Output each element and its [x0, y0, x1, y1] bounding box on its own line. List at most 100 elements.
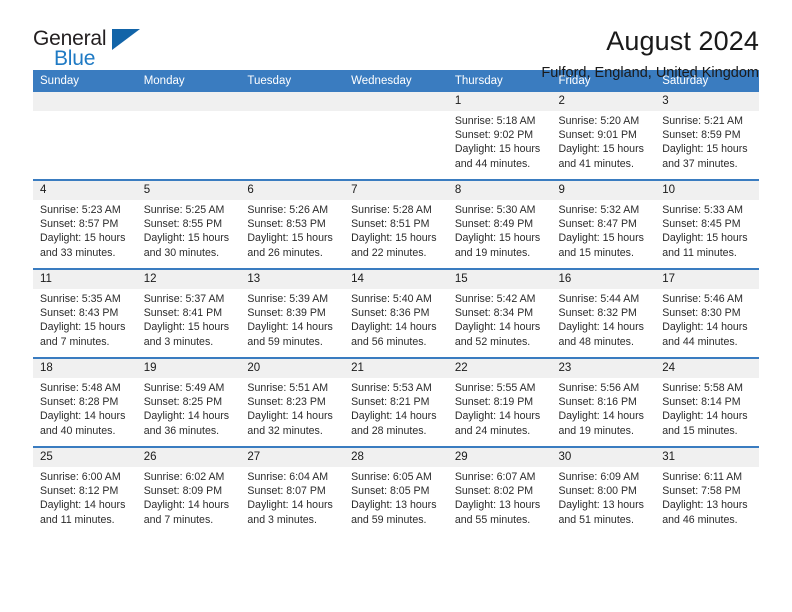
day-details: Sunrise: 5:28 AM Sunset: 8:51 PM Daylight:…	[344, 200, 448, 260]
daylight-text-line2: and 15 minutes.	[662, 424, 738, 437]
day-number: 1	[447, 92, 552, 111]
sunrise-text: Sunrise: 5:44 AM	[558, 293, 640, 305]
sunset-text: Sunset: 8:51 PM	[351, 218, 430, 231]
day-details: Sunrise: 5:55 AM Sunset: 8:19 PM Daylight:…	[448, 378, 552, 438]
day-number: 5	[136, 181, 241, 200]
day-cell[interactable]: 19 Sunrise: 5:49 AM Sunset: 8:25 PM Dayligh…	[136, 357, 241, 447]
sunset-text: Sunset: 8:41 PM	[143, 307, 223, 320]
day-cell[interactable]: 17 Sunrise: 5:46 AM Sunset: 8:30 PM Dayligh…	[655, 268, 759, 358]
sunrise-text: Sunrise: 5:49 AM	[143, 382, 225, 394]
day-cell[interactable]: 25 Sunrise: 6:00 AM Sunset: 8:12 PM Dayligh…	[33, 446, 137, 535]
day-cell[interactable]: 28 Sunrise: 6:05 AM Sunset: 8:05 PM Dayligh…	[344, 446, 448, 535]
sunrise-text: Sunrise: 5:48 AM	[40, 382, 121, 394]
day-number: 18	[33, 359, 137, 378]
daylight-text-line1: Daylight: 15 hours	[351, 232, 437, 245]
sunset-text: Sunset: 8:16 PM	[558, 396, 637, 409]
day-details: Sunrise: 5:21 AM Sunset: 8:59 PM Daylight:…	[655, 111, 759, 171]
sunrise-text: Sunrise: 6:00 AM	[40, 471, 121, 483]
day-details: Sunrise: 5:35 AM Sunset: 8:43 PM Daylight:…	[33, 289, 137, 349]
sunset-text: Sunset: 8:02 PM	[454, 485, 534, 498]
sunset-text: Sunset: 8:09 PM	[143, 485, 223, 498]
daylight-text-line1: Daylight: 14 hours	[247, 410, 333, 423]
day-cell[interactable]: 6 Sunrise: 5:26 AM Sunset: 8:53 PM Daylight…	[240, 179, 345, 269]
day-number	[136, 92, 241, 111]
day-details: Sunrise: 5:18 AM Sunset: 9:02 PM Daylight:…	[448, 111, 552, 171]
daylight-text-line2: and 36 minutes.	[143, 424, 220, 437]
day-cell[interactable]: 12 Sunrise: 5:37 AM Sunset: 8:41 PM Dayligh…	[136, 268, 241, 358]
day-number: 6	[240, 181, 345, 200]
daylight-text-line1: Daylight: 15 hours	[662, 143, 748, 156]
week-row: 18 Sunrise: 5:48 AM Sunset: 8:28 PM Dayligh…	[33, 357, 759, 447]
day-cell[interactable]: 8 Sunrise: 5:30 AM Sunset: 8:49 PM Daylight…	[447, 179, 552, 269]
sunset-text: Sunset: 8:28 PM	[40, 396, 119, 409]
calendar-page: General Blue August 2024 Fulford, Englan…	[0, 0, 792, 612]
day-cell[interactable]: 2 Sunrise: 5:20 AM Sunset: 9:01 PM Daylight…	[551, 92, 656, 180]
day-number: 14	[344, 270, 448, 289]
day-cell[interactable]	[240, 92, 345, 180]
day-cell[interactable]: 11 Sunrise: 5:35 AM Sunset: 8:43 PM Dayligh…	[33, 268, 137, 358]
daylight-text-line2: and 7 minutes.	[40, 335, 110, 348]
daylight-text-line1: Daylight: 15 hours	[454, 143, 541, 156]
day-cell[interactable]: 16 Sunrise: 5:44 AM Sunset: 8:32 PM Dayligh…	[551, 268, 656, 358]
day-cell[interactable]: 9 Sunrise: 5:32 AM Sunset: 8:47 PM Daylight…	[551, 179, 656, 269]
sunrise-text: Sunrise: 5:35 AM	[40, 293, 121, 305]
day-cell[interactable]: 20 Sunrise: 5:51 AM Sunset: 8:23 PM Dayligh…	[240, 357, 345, 447]
day-cell[interactable]: 13 Sunrise: 5:39 AM Sunset: 8:39 PM Dayligh…	[240, 268, 345, 358]
day-cell[interactable]	[33, 92, 137, 180]
daylight-text-line1: Daylight: 14 hours	[143, 410, 230, 423]
day-number: 17	[655, 270, 759, 289]
sunrise-text: Sunrise: 5:58 AM	[662, 382, 743, 394]
day-details: Sunrise: 5:42 AM Sunset: 8:34 PM Daylight:…	[448, 289, 552, 349]
sunset-text: Sunset: 7:58 PM	[662, 485, 741, 498]
day-cell[interactable]: 3 Sunrise: 5:21 AM Sunset: 8:59 PM Daylight…	[655, 92, 759, 180]
calendar-grid: Sunday Monday Tuesday Wednesday Thursday…	[33, 70, 759, 535]
day-details: Sunrise: 6:04 AM Sunset: 8:07 PM Daylight:…	[240, 467, 344, 527]
sunset-text: Sunset: 8:14 PM	[662, 396, 741, 409]
day-number	[240, 92, 345, 111]
day-number: 25	[33, 448, 137, 467]
daylight-text-line2: and 41 minutes.	[558, 157, 634, 170]
day-details: Sunrise: 5:39 AM Sunset: 8:39 PM Daylight:…	[240, 289, 344, 349]
day-cell[interactable]: 29 Sunrise: 6:07 AM Sunset: 8:02 PM Dayligh…	[447, 446, 552, 535]
sunset-text: Sunset: 8:57 PM	[40, 218, 119, 231]
sunset-text: Sunset: 8:43 PM	[40, 307, 119, 320]
day-cell[interactable]: 1 Sunrise: 5:18 AM Sunset: 9:02 PM Daylight…	[447, 92, 552, 180]
daylight-text-line2: and 48 minutes.	[558, 335, 634, 348]
sunset-text: Sunset: 8:59 PM	[662, 129, 741, 142]
day-details: Sunrise: 5:33 AM Sunset: 8:45 PM Daylight:…	[655, 200, 759, 260]
day-number: 28	[344, 448, 448, 467]
day-details: Sunrise: 5:32 AM Sunset: 8:47 PM Daylight:…	[552, 200, 656, 260]
sunrise-text: Sunrise: 5:20 AM	[558, 115, 640, 127]
day-cell[interactable]	[136, 92, 241, 180]
logo-text-blue: Blue	[54, 47, 96, 70]
day-number	[344, 92, 448, 111]
sunrise-text: Sunrise: 5:56 AM	[558, 382, 640, 394]
day-cell[interactable]: 21 Sunrise: 5:53 AM Sunset: 8:21 PM Dayligh…	[344, 357, 448, 447]
general-blue-logo[interactable]: General Blue	[33, 26, 148, 69]
daylight-text-line1: Daylight: 14 hours	[662, 321, 748, 334]
sunrise-text: Sunrise: 5:28 AM	[351, 204, 432, 216]
day-number: 13	[240, 270, 345, 289]
day-cell[interactable]: 18 Sunrise: 5:48 AM Sunset: 8:28 PM Dayligh…	[33, 357, 137, 447]
day-cell[interactable]: 15 Sunrise: 5:42 AM Sunset: 8:34 PM Dayligh…	[447, 268, 552, 358]
sunrise-text: Sunrise: 6:05 AM	[351, 471, 432, 483]
day-number: 20	[240, 359, 345, 378]
day-cell[interactable]: 30 Sunrise: 6:09 AM Sunset: 8:00 PM Dayligh…	[551, 446, 656, 535]
day-cell[interactable]: 23 Sunrise: 5:56 AM Sunset: 8:16 PM Dayligh…	[551, 357, 656, 447]
day-cell[interactable]: 10 Sunrise: 5:33 AM Sunset: 8:45 PM Dayligh…	[655, 179, 759, 269]
daylight-text-line1: Daylight: 15 hours	[558, 143, 644, 156]
day-cell[interactable]: 5 Sunrise: 5:25 AM Sunset: 8:55 PM Daylight…	[136, 179, 241, 269]
day-cell[interactable]: 14 Sunrise: 5:40 AM Sunset: 8:36 PM Dayligh…	[344, 268, 448, 358]
day-cell[interactable]: 7 Sunrise: 5:28 AM Sunset: 8:51 PM Daylight…	[344, 179, 448, 269]
day-cell[interactable]: 27 Sunrise: 6:04 AM Sunset: 8:07 PM Dayligh…	[240, 446, 345, 535]
page-header: General Blue August 2024 Fulford, Englan…	[33, 0, 759, 81]
day-cell[interactable]: 4 Sunrise: 5:23 AM Sunset: 8:57 PM Daylight…	[33, 179, 137, 269]
day-cell[interactable]	[344, 92, 448, 180]
day-cell[interactable]: 24 Sunrise: 5:58 AM Sunset: 8:14 PM Dayligh…	[655, 357, 759, 447]
daylight-text-line2: and 3 minutes.	[143, 335, 214, 348]
daylight-text-line1: Daylight: 14 hours	[143, 499, 230, 512]
day-cell[interactable]: 26 Sunrise: 6:02 AM Sunset: 8:09 PM Dayligh…	[136, 446, 241, 535]
daylight-text-line1: Daylight: 13 hours	[351, 499, 437, 512]
day-cell[interactable]: 31 Sunrise: 6:11 AM Sunset: 7:58 PM Dayligh…	[655, 446, 759, 535]
day-cell[interactable]: 22 Sunrise: 5:55 AM Sunset: 8:19 PM Dayligh…	[447, 357, 552, 447]
